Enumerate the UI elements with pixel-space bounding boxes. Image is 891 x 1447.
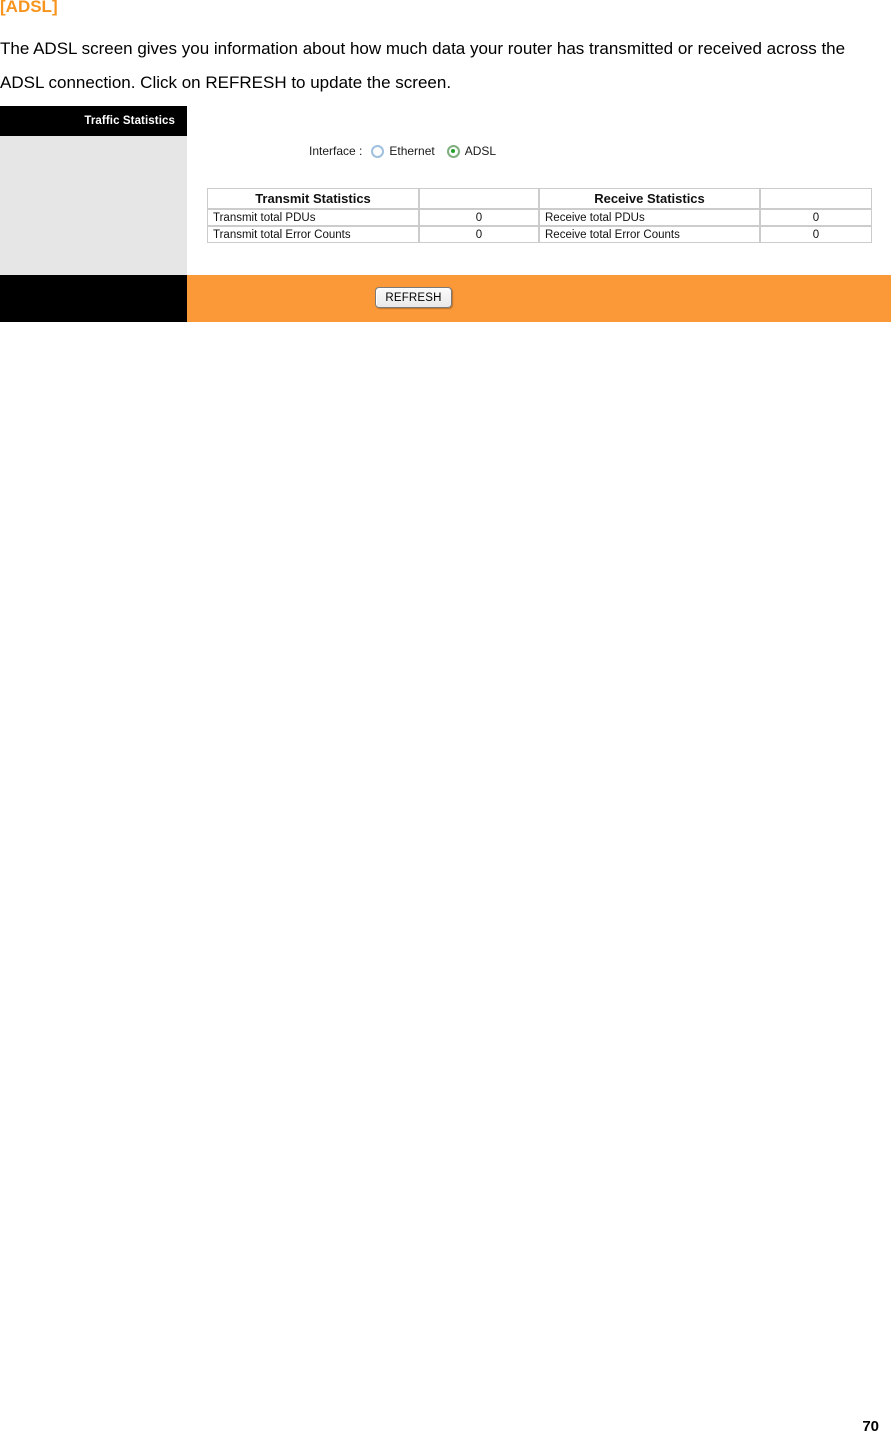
cell-receive-total-pdus-value: 0: [760, 209, 872, 226]
page-number: 70: [862, 1418, 879, 1435]
radio-ethernet-icon[interactable]: [371, 144, 385, 158]
cell-transmit-total-pdus-value: 0: [419, 209, 539, 226]
table-header-row: Transmit Statistics Receive Statistics: [207, 188, 872, 209]
interface-selector: Interface : Ethernet ADSL: [309, 144, 508, 158]
sidebar-footer-block: [0, 275, 187, 322]
traffic-statistics-table: Transmit Statistics Receive Statistics T…: [207, 188, 872, 243]
cell-transmit-total-error-counts-label: Transmit total Error Counts: [207, 226, 419, 243]
table-header-transmit: Transmit Statistics: [207, 188, 419, 209]
router-admin-panel: Traffic Statistics Interface : Ethernet …: [0, 106, 891, 322]
description-paragraph: The ADSL screen gives you information ab…: [0, 39, 846, 92]
cell-receive-total-pdus-label: Receive total PDUs: [539, 209, 760, 226]
table-header-receive-value: [760, 188, 872, 209]
cell-transmit-total-pdus-label: Transmit total PDUs: [207, 209, 419, 226]
radio-ethernet-label: Ethernet: [389, 144, 435, 158]
panel-title-label: Traffic Statistics: [84, 115, 175, 127]
radio-option-adsl[interactable]: ADSL: [446, 144, 497, 158]
radio-adsl-icon[interactable]: [446, 144, 460, 158]
radio-option-ethernet[interactable]: Ethernet: [371, 144, 435, 158]
panel-title-traffic-statistics: Traffic Statistics: [0, 106, 187, 136]
interface-label: Interface :: [309, 144, 363, 158]
action-footer-bar: REFRESH: [187, 275, 891, 322]
cell-receive-total-error-counts-value: 0: [760, 226, 872, 243]
table-header-receive: Receive Statistics: [539, 188, 760, 209]
refresh-button[interactable]: REFRESH: [375, 287, 452, 308]
table-row: Transmit total PDUs 0 Receive total PDUs…: [207, 209, 872, 226]
sidebar-nav-area: [0, 136, 187, 275]
cell-transmit-total-error-counts-value: 0: [419, 226, 539, 243]
page-title: [ADSL]: [0, 0, 58, 16]
table-header-transmit-value: [419, 188, 539, 209]
radio-adsl-label: ADSL: [464, 144, 497, 158]
main-content-area: Interface : Ethernet ADSL Transmit Stati…: [187, 106, 891, 275]
table-row: Transmit total Error Counts 0 Receive to…: [207, 226, 872, 243]
cell-receive-total-error-counts-label: Receive total Error Counts: [539, 226, 760, 243]
